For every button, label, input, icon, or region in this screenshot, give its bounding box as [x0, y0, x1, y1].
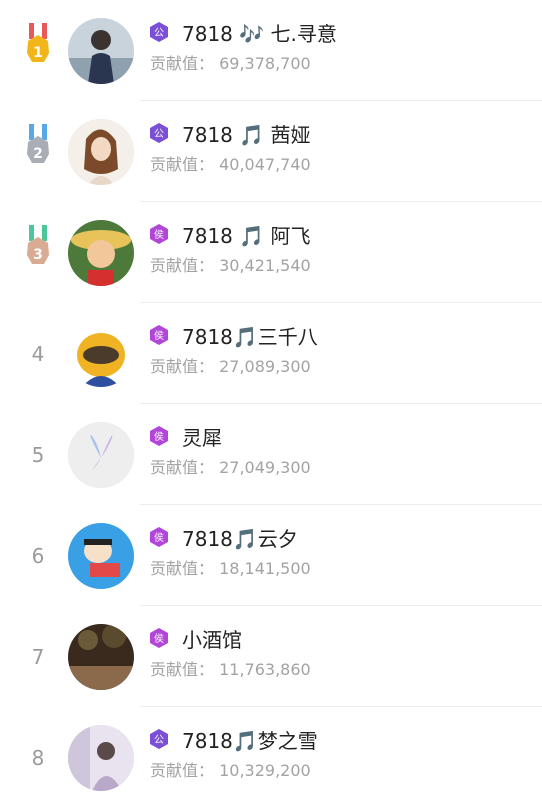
rank-row[interactable]: 6 侯 7818🎵云夕 贡献值： 18,141,500 [0, 505, 542, 606]
contribution-value: 贡献值： 30,421,540 [150, 252, 311, 276]
contribution-number: 27,049,300 [219, 458, 311, 477]
user-name: 7818 🎵 茜娅 [182, 123, 311, 147]
rank-row[interactable]: 7 侯 小酒馆 贡献值： 11,763,860 [0, 606, 542, 707]
svg-text:公: 公 [154, 28, 164, 39]
svg-text:侯: 侯 [154, 632, 164, 645]
contribution-label: 贡献值： [150, 761, 215, 780]
noble-badge-icon: 公 [150, 123, 168, 143]
contribution-label: 贡献值： [150, 458, 215, 477]
svg-text:2: 2 [33, 146, 43, 162]
user-name: 7818 🎵 阿飞 [182, 224, 311, 248]
user-avatar[interactable] [68, 321, 134, 387]
svg-text:侯: 侯 [154, 430, 164, 443]
contribution-value: 贡献值： 18,141,500 [150, 555, 311, 579]
noble-badge-icon: 侯 [150, 628, 168, 648]
user-name: 7818 🎶 七.寻意 [182, 22, 337, 46]
contribution-value: 贡献值： 69,378,700 [150, 50, 311, 74]
user-name: 7818🎵梦之雪 [182, 729, 318, 753]
contribution-number: 69,378,700 [219, 54, 311, 73]
rank-row[interactable]: 3 侯 7818 🎵 阿飞 贡献值： 30,421,540 [0, 202, 542, 303]
user-avatar[interactable] [68, 523, 134, 589]
contribution-number: 30,421,540 [219, 256, 311, 275]
contribution-label: 贡献值： [150, 155, 215, 174]
silver-medal-icon: 2 [27, 123, 49, 163]
contribution-number: 18,141,500 [219, 559, 311, 578]
user-avatar[interactable] [68, 18, 134, 84]
rank-number: 5 [31, 442, 45, 467]
user-avatar[interactable] [68, 119, 134, 185]
contribution-label: 贡献值： [150, 357, 215, 376]
user-name: 灵犀 [182, 426, 222, 450]
user-avatar[interactable] [68, 624, 134, 690]
rank-cell: 3 [18, 202, 58, 303]
user-avatar[interactable] [68, 220, 134, 286]
rank-row[interactable]: 8 公 7818🎵梦之雪 贡献值： 10,329,200 [0, 707, 542, 808]
contribution-value: 贡献值： 27,089,300 [150, 353, 311, 377]
user-name: 7818🎵云夕 [182, 527, 298, 551]
rank-number: 6 [31, 543, 45, 568]
svg-text:侯: 侯 [154, 531, 164, 544]
svg-text:公: 公 [154, 129, 164, 140]
noble-badge-icon: 侯 [150, 426, 168, 446]
svg-text:侯: 侯 [154, 228, 164, 241]
contribution-number: 10,329,200 [219, 761, 311, 780]
rank-row[interactable]: 1 公 7818 🎶 七.寻意 贡献值： 69,378,700 [0, 0, 542, 101]
svg-text:1: 1 [33, 45, 43, 61]
noble-badge-icon: 侯 [150, 527, 168, 547]
svg-text:侯: 侯 [154, 329, 164, 342]
svg-text:3: 3 [33, 247, 43, 263]
contribution-number: 40,047,740 [219, 155, 311, 174]
rank-number: 8 [31, 745, 45, 770]
contribution-ranking-list: 1 公 7818 🎶 七.寻意 贡献值： 69,378,700 2 公 7818… [0, 0, 542, 802]
contribution-value: 贡献值： 40,047,740 [150, 151, 311, 175]
contribution-label: 贡献值： [150, 54, 215, 73]
rank-cell: 2 [18, 101, 58, 202]
rank-cell: 1 [18, 0, 58, 101]
contribution-label: 贡献值： [150, 559, 215, 578]
user-name: 小酒馆 [182, 628, 242, 652]
gold-medal-icon: 1 [27, 22, 49, 62]
contribution-value: 贡献值： 10,329,200 [150, 757, 311, 781]
rank-row[interactable]: 4 侯 7818🎵三千八 贡献值： 27,089,300 [0, 303, 542, 404]
contribution-number: 11,763,860 [219, 660, 311, 679]
noble-badge-icon: 公 [150, 22, 168, 42]
contribution-value: 贡献值： 11,763,860 [150, 656, 311, 680]
contribution-number: 27,089,300 [219, 357, 311, 376]
user-avatar[interactable] [68, 725, 134, 791]
user-avatar[interactable] [68, 422, 134, 488]
noble-badge-icon: 公 [150, 729, 168, 749]
bronze-medal-icon: 3 [27, 224, 49, 264]
svg-text:公: 公 [154, 735, 164, 746]
rank-number: 7 [31, 644, 45, 669]
noble-badge-icon: 侯 [150, 325, 168, 345]
rank-row[interactable]: 5 侯 灵犀 贡献值： 27,049,300 [0, 404, 542, 505]
contribution-value: 贡献值： 27,049,300 [150, 454, 311, 478]
contribution-label: 贡献值： [150, 660, 215, 679]
contribution-label: 贡献值： [150, 256, 215, 275]
rank-row[interactable]: 2 公 7818 🎵 茜娅 贡献值： 40,047,740 [0, 101, 542, 202]
noble-badge-icon: 侯 [150, 224, 168, 244]
user-name: 7818🎵三千八 [182, 325, 318, 349]
rank-number: 4 [31, 341, 45, 366]
